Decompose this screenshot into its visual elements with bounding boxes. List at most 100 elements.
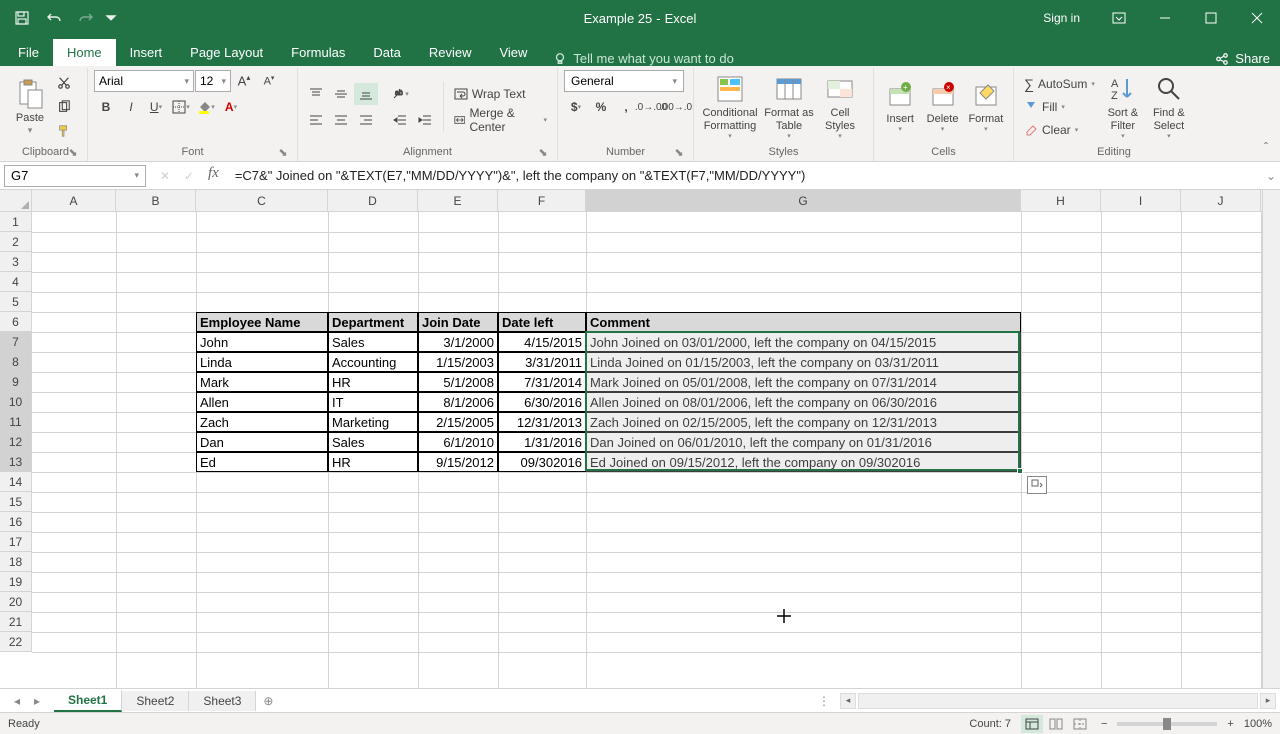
cell-D12[interactable]: Sales: [328, 432, 418, 452]
row-header-13[interactable]: 13: [0, 452, 31, 472]
cell-E7[interactable]: 3/1/2000: [418, 332, 498, 352]
share-button[interactable]: Share: [1215, 51, 1270, 66]
cell-D6[interactable]: Department: [328, 312, 418, 332]
cell-F9[interactable]: 7/31/2014: [498, 372, 586, 392]
cell-D13[interactable]: HR: [328, 452, 418, 472]
decrease-font-button[interactable]: A▾: [257, 70, 281, 92]
redo-icon[interactable]: [72, 4, 100, 32]
maximize-icon[interactable]: [1188, 0, 1234, 36]
align-top-button[interactable]: [304, 83, 328, 105]
zoom-level[interactable]: 100%: [1244, 718, 1272, 730]
wrap-text-button[interactable]: Wrap Text: [450, 83, 551, 105]
cell-D9[interactable]: HR: [328, 372, 418, 392]
tab-file[interactable]: File: [4, 39, 53, 66]
cell-C7[interactable]: John: [196, 332, 328, 352]
minimize-icon[interactable]: [1142, 0, 1188, 36]
row-header-3[interactable]: 3: [0, 252, 31, 272]
row-header-5[interactable]: 5: [0, 292, 31, 312]
row-header-2[interactable]: 2: [0, 232, 31, 252]
align-center-button[interactable]: [329, 109, 353, 131]
cell-C8[interactable]: Linda: [196, 352, 328, 372]
font-color-button[interactable]: A▾: [219, 96, 243, 118]
new-sheet-button[interactable]: ⊕: [256, 694, 280, 708]
cell-E13[interactable]: 9/15/2012: [418, 452, 498, 472]
decrease-decimal-button[interactable]: .00→.0: [664, 96, 688, 118]
row-header-11[interactable]: 11: [0, 412, 31, 432]
format-cells-button[interactable]: Format▾: [965, 72, 1007, 142]
col-header-G[interactable]: G: [586, 190, 1021, 211]
cell-C12[interactable]: Dan: [196, 432, 328, 452]
col-header-B[interactable]: B: [116, 190, 196, 211]
cell-C11[interactable]: Zach: [196, 412, 328, 432]
sheet-tab-2[interactable]: Sheet2: [122, 691, 189, 711]
row-header-15[interactable]: 15: [0, 492, 31, 512]
cell-C10[interactable]: Allen: [196, 392, 328, 412]
row-header-16[interactable]: 16: [0, 512, 31, 532]
percent-format-button[interactable]: %: [589, 96, 613, 118]
clear-button[interactable]: Clear▾: [1020, 119, 1099, 141]
hscroll-left-icon[interactable]: ◂: [840, 693, 856, 709]
fill-button[interactable]: Fill▾: [1020, 96, 1099, 118]
font-dialog-launcher[interactable]: ⬊: [277, 146, 289, 158]
format-painter-button[interactable]: [52, 120, 76, 142]
cell-E10[interactable]: 8/1/2006: [418, 392, 498, 412]
cell-C6[interactable]: Employee Name: [196, 312, 328, 332]
undo-icon[interactable]: [40, 4, 68, 32]
cell-E8[interactable]: 1/15/2003: [418, 352, 498, 372]
signin-link[interactable]: Sign in: [1027, 11, 1096, 25]
align-middle-button[interactable]: [329, 83, 353, 105]
increase-font-button[interactable]: A▴: [232, 70, 256, 92]
zoom-in-icon[interactable]: +: [1227, 718, 1233, 730]
tab-formulas[interactable]: Formulas: [277, 39, 359, 66]
formula-bar[interactable]: =C7&" Joined on "&TEXT(E7,"MM/DD/YYYY")&…: [229, 168, 1262, 183]
cut-button[interactable]: [52, 72, 76, 94]
name-box[interactable]: G7▾: [4, 165, 146, 187]
cell-styles-button[interactable]: Cell Styles▾: [818, 72, 862, 142]
cell-G6[interactable]: Comment: [586, 312, 1021, 332]
cell-D10[interactable]: IT: [328, 392, 418, 412]
select-all-corner[interactable]: [0, 190, 32, 212]
accounting-format-button[interactable]: $▾: [564, 96, 588, 118]
tab-home[interactable]: Home: [53, 39, 116, 66]
autofill-options-button[interactable]: [1027, 476, 1047, 494]
cell-F11[interactable]: 12/31/2013: [498, 412, 586, 432]
merge-center-button[interactable]: Merge & Center▾: [450, 109, 551, 131]
tab-page-layout[interactable]: Page Layout: [176, 39, 277, 66]
conditional-formatting-button[interactable]: Conditional Formatting▾: [700, 72, 760, 142]
number-dialog-launcher[interactable]: ⬊: [673, 146, 685, 158]
normal-view-icon[interactable]: [1021, 715, 1043, 733]
close-icon[interactable]: [1234, 0, 1280, 36]
bold-button[interactable]: B: [94, 96, 118, 118]
row-header-4[interactable]: 4: [0, 272, 31, 292]
orientation-button[interactable]: ab▾: [388, 83, 412, 105]
fx-icon[interactable]: fx: [202, 165, 225, 187]
cell-G13[interactable]: Ed Joined on 09/15/2012, left the compan…: [586, 452, 1021, 472]
row-header-19[interactable]: 19: [0, 572, 31, 592]
number-format-combo[interactable]: General▾: [564, 70, 684, 92]
font-size-combo[interactable]: 12▾: [195, 70, 231, 92]
cell-F13[interactable]: 09/302016: [498, 452, 586, 472]
cell-C9[interactable]: Mark: [196, 372, 328, 392]
col-header-D[interactable]: D: [328, 190, 418, 211]
cell-F12[interactable]: 1/31/2016: [498, 432, 586, 452]
row-header-10[interactable]: 10: [0, 392, 31, 412]
sheet-nav-prev-icon[interactable]: ◂: [8, 694, 26, 708]
row-header-17[interactable]: 17: [0, 532, 31, 552]
cell-D8[interactable]: Accounting: [328, 352, 418, 372]
row-header-9[interactable]: 9: [0, 372, 31, 392]
cell-F6[interactable]: Date left: [498, 312, 586, 332]
row-header-8[interactable]: 8: [0, 352, 31, 372]
sheet-nav-next-icon[interactable]: ▸: [28, 694, 46, 708]
zoom-slider[interactable]: [1117, 722, 1217, 726]
cell-E9[interactable]: 5/1/2008: [418, 372, 498, 392]
col-header-H[interactable]: H: [1021, 190, 1101, 211]
col-header-E[interactable]: E: [418, 190, 498, 211]
row-header-22[interactable]: 22: [0, 632, 31, 652]
tab-insert[interactable]: Insert: [116, 39, 177, 66]
underline-button[interactable]: U▾: [144, 96, 168, 118]
cell-C13[interactable]: Ed: [196, 452, 328, 472]
row-header-12[interactable]: 12: [0, 432, 31, 452]
page-layout-view-icon[interactable]: [1045, 715, 1067, 733]
col-header-J[interactable]: J: [1181, 190, 1261, 211]
tab-review[interactable]: Review: [415, 39, 486, 66]
